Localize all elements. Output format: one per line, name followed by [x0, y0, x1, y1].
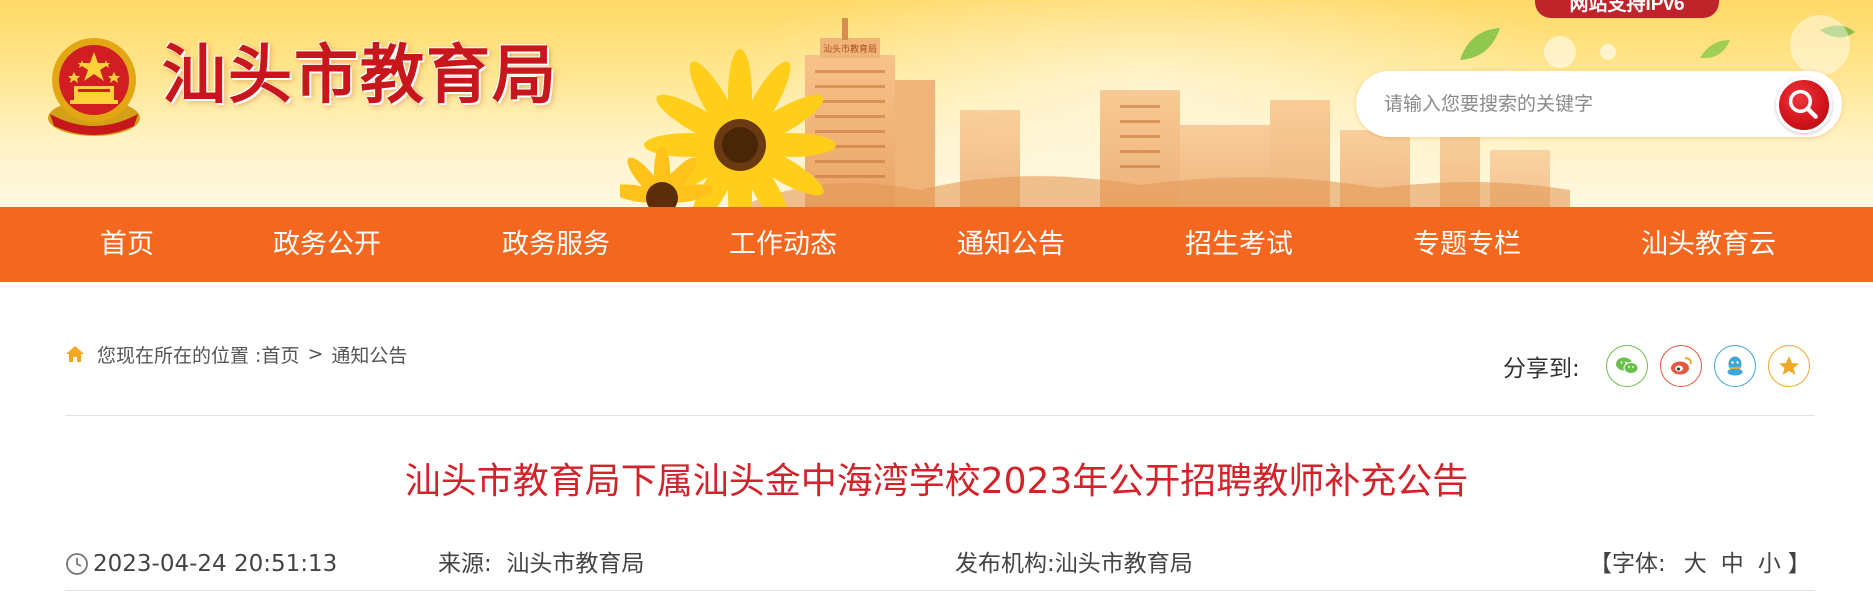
national-emblem-icon: [48, 38, 140, 136]
article-publisher: 发布机构:汕头市教育局: [955, 548, 1193, 580]
wechat-icon: [1615, 357, 1639, 374]
building-sign: 汕头市教育局: [823, 43, 877, 55]
main-nav: 首页 政务公开 政务服务 工作动态 通知公告 招生考试 专题专栏 汕头教育云: [0, 207, 1873, 282]
nav-item-special-topics[interactable]: 专题专栏: [1413, 207, 1521, 282]
share-qq-button[interactable]: [1713, 345, 1756, 387]
nav-item-work-news[interactable]: 工作动态: [729, 207, 837, 282]
nav-item-notices[interactable]: 通知公告: [957, 207, 1065, 282]
home-icon: [66, 346, 84, 362]
clock-icon: [66, 553, 88, 575]
search-box: [1356, 71, 1842, 137]
font-size-close: 】: [1787, 551, 1811, 577]
share-wechat-button[interactable]: [1605, 345, 1648, 387]
font-size-open: 【字体:: [1589, 551, 1666, 577]
site-title[interactable]: 汕头市教育局: [162, 44, 558, 108]
article-title: 汕头市教育局下属汕头金中海湾学校2023年公开招聘教师补充公告: [404, 461, 1469, 502]
share-label: 分享到:: [1503, 356, 1580, 382]
article-datetime: 2023-04-24 20:51:13: [93, 551, 338, 577]
weibo-icon: [1670, 357, 1692, 375]
source-label: 来源:: [438, 551, 492, 577]
breadcrumb-prefix: 您现在所在的位置 :: [97, 344, 262, 367]
content-divider: [65, 415, 1815, 416]
breadcrumb-separator: >: [307, 343, 324, 365]
font-size-large-button[interactable]: 大: [1684, 548, 1707, 580]
breadcrumb-home-link[interactable]: 首页: [261, 341, 299, 368]
meta-divider: [65, 590, 1815, 591]
search-button[interactable]: [1776, 77, 1832, 133]
article-source: 来源: 汕头市教育局: [438, 548, 644, 580]
nav-item-government-services[interactable]: 政务服务: [502, 207, 610, 282]
breadcrumb-current-link[interactable]: 通知公告: [331, 341, 407, 368]
favorite-star-icon: [1778, 356, 1799, 375]
nav-item-enrollment-exams[interactable]: 招生考试: [1185, 207, 1293, 282]
font-size-small-button[interactable]: 小: [1758, 548, 1781, 580]
nav-item-government-affairs[interactable]: 政务公开: [273, 207, 381, 282]
share-bar: 分享到:: [1503, 343, 1810, 389]
search-icon: [1788, 89, 1818, 119]
font-size-control: 【字体: 大 中 小 】: [1589, 548, 1811, 580]
publisher-value: 汕头市教育局: [1054, 551, 1193, 577]
publisher-label: 发布机构:: [955, 551, 1055, 577]
nav-item-education-cloud[interactable]: 汕头教育云: [1641, 207, 1776, 282]
breadcrumb: 您现在所在的位置 : 首页 > 通知公告: [65, 339, 407, 369]
source-value: 汕头市教育局: [506, 551, 645, 577]
share-weibo-button[interactable]: [1659, 345, 1702, 387]
font-size-medium-button[interactable]: 中: [1721, 548, 1744, 580]
header-banner: 汕头市教育局 汕头市教育局 网站支持IPv6 请输入您要搜索的关键字: [0, 0, 1873, 207]
share-favorite-button[interactable]: [1767, 345, 1810, 387]
qq-icon: [1727, 356, 1743, 376]
nav-item-home[interactable]: 首页: [100, 207, 154, 282]
search-input[interactable]: [1384, 83, 1764, 125]
ipv6-support-badge[interactable]: 网站支持IPv6: [1535, 0, 1719, 18]
article-date: 2023-04-24 20:51:13: [65, 548, 337, 580]
